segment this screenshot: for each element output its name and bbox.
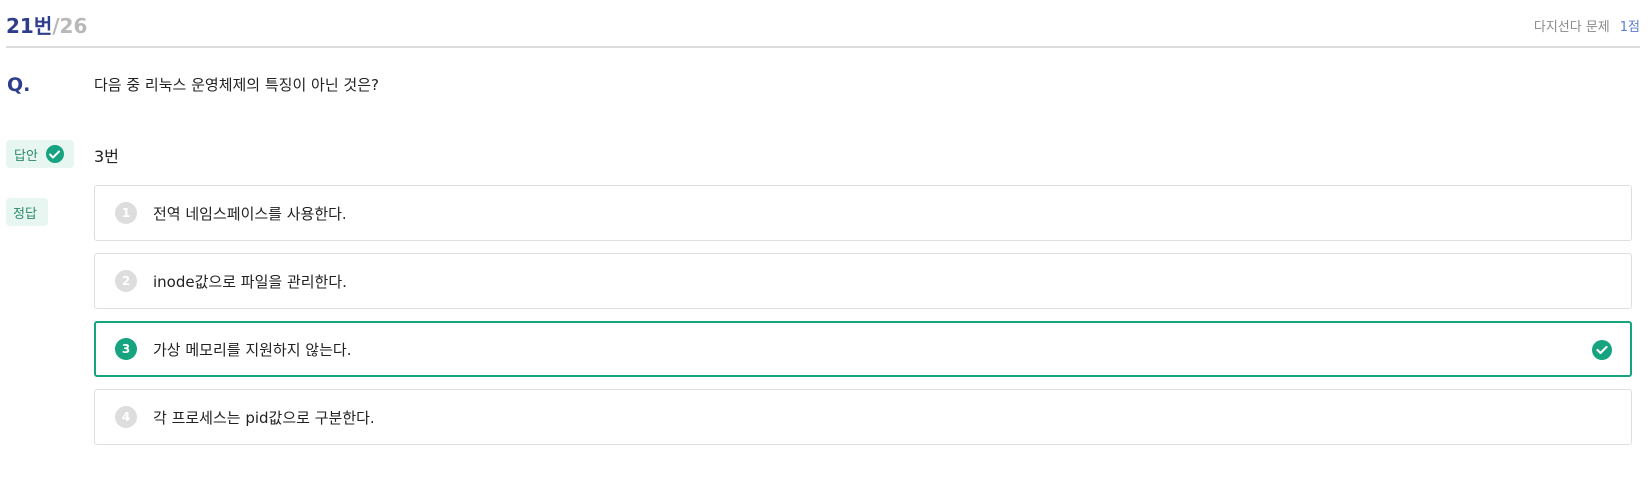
question-header: 21번/26 다지선다 문제 1점: [6, 0, 1640, 48]
choice-text: 가상 메모리를 지원하지 않는다.: [153, 340, 352, 359]
choice-text: 전역 네임스페이스를 사용한다.: [153, 204, 347, 223]
question-points: 1점: [1619, 20, 1640, 35]
question-type: 다지선다 문제: [1533, 20, 1610, 35]
choice-number: 2: [115, 270, 137, 292]
choice-option-2[interactable]: 2 inode값으로 파일을 관리한다.: [94, 253, 1632, 309]
choice-number: 4: [115, 406, 137, 428]
choice-option-1[interactable]: 1 전역 네임스페이스를 사용한다.: [94, 185, 1632, 241]
choice-number: 3: [115, 338, 137, 360]
correct-tag-label: 정답: [13, 206, 37, 222]
choice-option-3[interactable]: 3 가상 메모리를 지원하지 않는다.: [94, 321, 1632, 377]
choice-text: inode값으로 파일을 관리한다.: [153, 272, 347, 291]
question-number: 21번/26: [6, 10, 87, 39]
answer-tag-label: 답안: [14, 148, 38, 164]
question-current: 21번: [6, 14, 53, 38]
choice-number: 1: [115, 202, 137, 224]
question-total: /26: [52, 14, 88, 38]
check-circle-icon: [45, 145, 64, 163]
answer-value: 3번: [94, 147, 119, 166]
question-label: Q.: [7, 74, 31, 96]
question-meta: 다지선다 문제 1점: [1534, 16, 1640, 35]
check-circle-icon: [1592, 340, 1612, 360]
correct-tag: 정답: [6, 198, 48, 226]
question-text: 다음 중 리눅스 운영체제의 특징이 아닌 것은?: [94, 76, 379, 94]
choice-text: 각 프로세스는 pid값으로 구분한다.: [153, 408, 375, 427]
answer-tag: 답안: [6, 140, 74, 168]
choice-option-4[interactable]: 4 각 프로세스는 pid값으로 구분한다.: [94, 389, 1632, 445]
